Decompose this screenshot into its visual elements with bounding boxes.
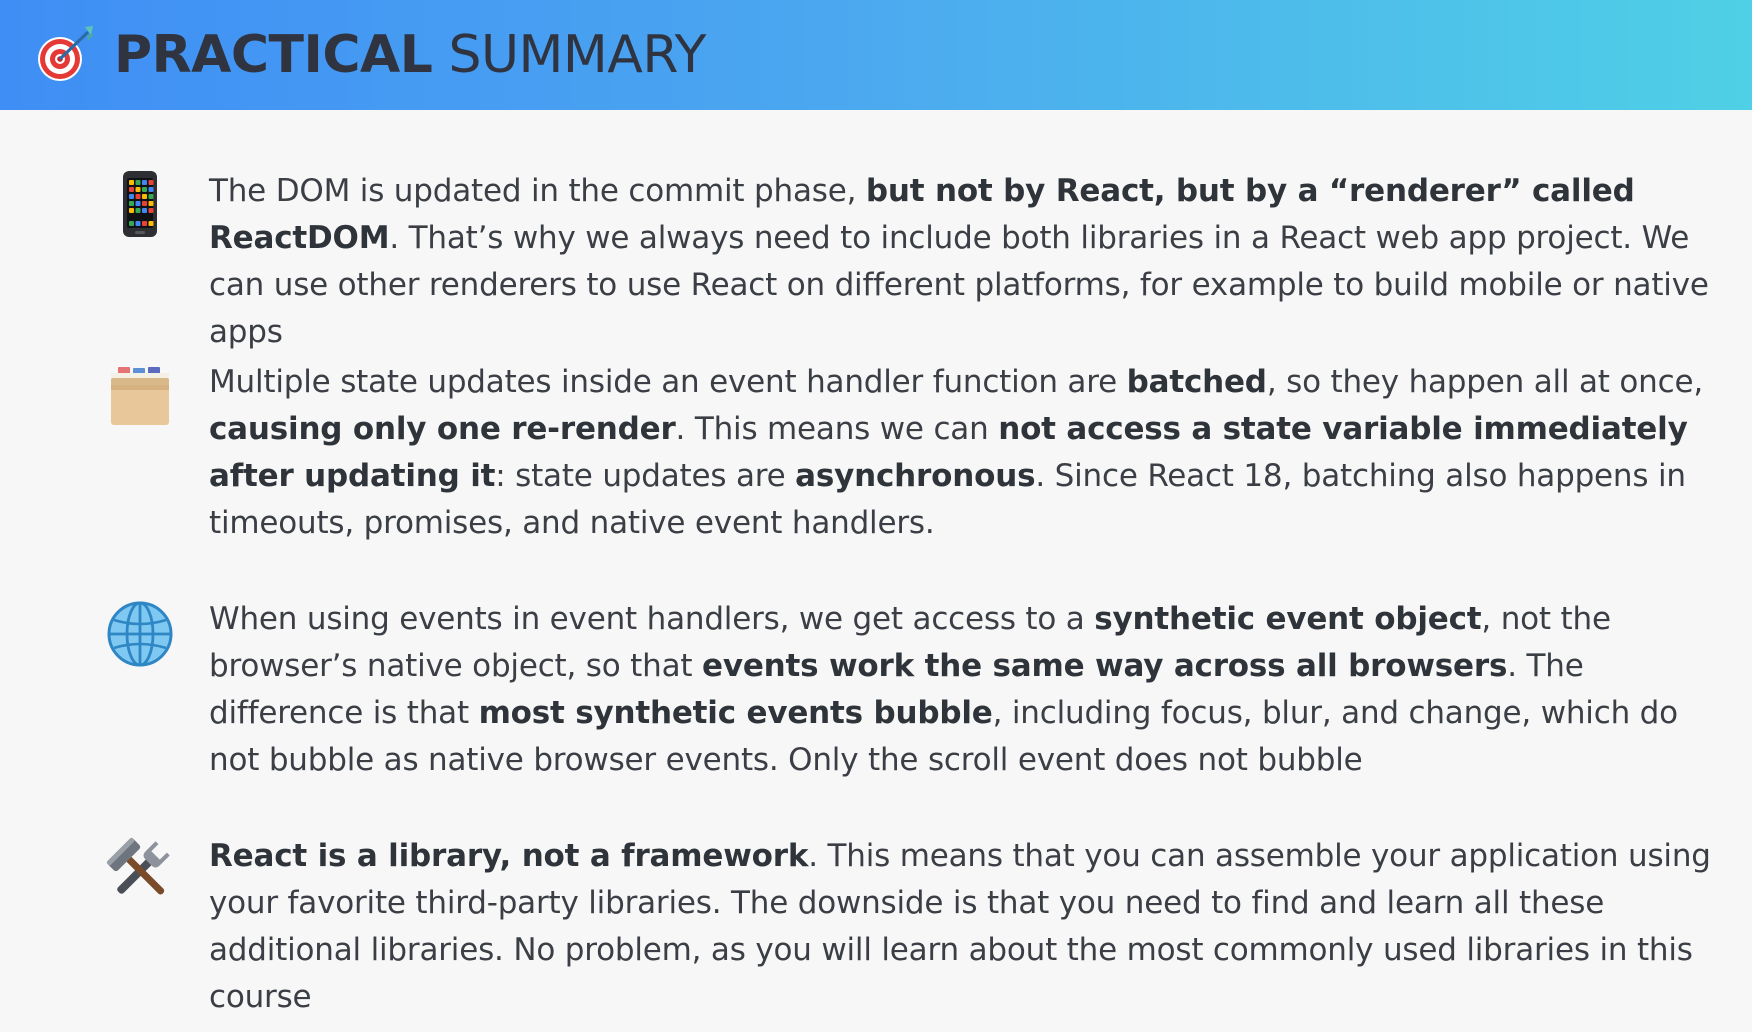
text-run: The DOM is updated in the commit phase, <box>209 173 866 209</box>
text-run: : state updates are <box>495 458 796 494</box>
summary-item-text: The DOM is updated in the commit phase, … <box>209 168 1717 356</box>
text-run: Multiple state updates inside an event h… <box>209 364 1127 400</box>
page-title-strong: PRACTICAL <box>114 25 433 85</box>
mobile-phone-icon <box>104 170 176 242</box>
summary-item-text: React is a library, not a framework. Thi… <box>209 833 1717 1021</box>
text-run-bold: events work the same way across all brow… <box>702 648 1508 684</box>
text-run-bold: React is a library, not a framework <box>209 838 809 874</box>
text-run-bold: asynchronous <box>795 458 1036 494</box>
page-title-rest: SUMMARY <box>448 25 706 85</box>
summary-item-text: Multiple state updates inside an event h… <box>209 359 1717 547</box>
text-run: . This means we can <box>675 411 999 447</box>
card-file-box-icon <box>104 363 176 435</box>
text-run-bold: batched <box>1126 364 1267 400</box>
text-run: When using events in event handlers, we … <box>209 601 1095 637</box>
page-title: PRACTICAL SUMMARY <box>114 29 706 81</box>
text-run: . That’s why we always need to include b… <box>209 220 1709 350</box>
text-run: , so they happen all at once, <box>1266 364 1704 400</box>
globe-icon <box>104 598 176 670</box>
text-run-bold: causing only one re-render <box>209 411 676 447</box>
target-dart-icon <box>32 23 96 87</box>
text-run-bold: synthetic event object <box>1094 601 1482 637</box>
text-run-bold: most synthetic events bubble <box>478 695 993 731</box>
header-bar: PRACTICAL SUMMARY <box>0 0 1752 110</box>
hammer-and-wrench-icon <box>104 835 176 907</box>
summary-list: The DOM is updated in the commit phase, … <box>0 110 1752 1032</box>
summary-item-text: When using events in event handlers, we … <box>209 596 1717 784</box>
